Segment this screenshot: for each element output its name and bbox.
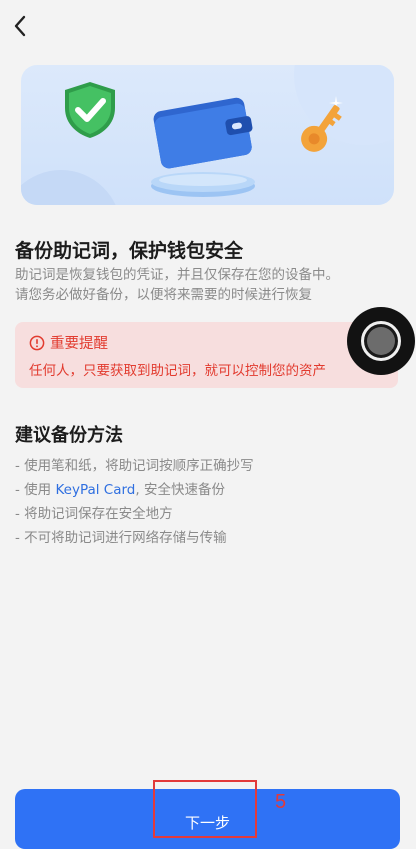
- alert-circle-icon: [29, 335, 45, 350]
- warning-text: 任何人，只要获取到助记词，就可以控制您的资产: [29, 363, 326, 379]
- floating-assistive-button[interactable]: [347, 307, 415, 375]
- warning-title: 重要提醒: [50, 336, 108, 352]
- tip-prefix: - 使用: [15, 482, 56, 498]
- list-item: - 使用笔和纸，将助记词按顺序正确抄写: [15, 458, 254, 474]
- intro-desc-line-2: 请您务必做好备份，以便将来需要的时候进行恢复: [15, 287, 312, 303]
- page-title: 备份助记词，保护钱包安全: [15, 240, 244, 262]
- keypal-card-link[interactable]: KeyPal Card: [55, 482, 135, 498]
- back-button[interactable]: [8, 12, 32, 40]
- chevron-left-icon: [14, 15, 26, 37]
- shield-check-icon: [65, 82, 115, 138]
- annotation-number: 5: [275, 791, 287, 813]
- methods-title: 建议备份方法: [15, 425, 123, 446]
- warning-card: 重要提醒 任何人，只要获取到助记词，就可以控制您的资产: [15, 322, 398, 388]
- next-button-label: 下一步: [184, 814, 230, 832]
- list-item: - 使用 KeyPal Card, 安全快速备份: [15, 478, 405, 502]
- intro-desc-line-1: 助记词是恢复钱包的凭证，并且仅保存在您的设备中。: [15, 267, 339, 283]
- tip-suffix: , 安全快速备份: [135, 482, 225, 498]
- list-item: - 将助记词保存在安全地方: [15, 506, 173, 522]
- list-item: - 不可将助记词进行网络存储与传输: [15, 530, 227, 546]
- key-icon: [301, 96, 343, 152]
- backup-methods-list: - 使用笔和纸，将助记词按顺序正确抄写 - 使用 KeyPal Card, 安全…: [15, 454, 405, 550]
- intro-description: 助记词是恢复钱包的凭证，并且仅保存在您的设备中。 请您务必做好备份，以便将来需要…: [15, 265, 405, 305]
- hero-illustration: [21, 65, 394, 205]
- next-button[interactable]: 下一步: [15, 789, 400, 849]
- wallet-icon: [151, 97, 255, 197]
